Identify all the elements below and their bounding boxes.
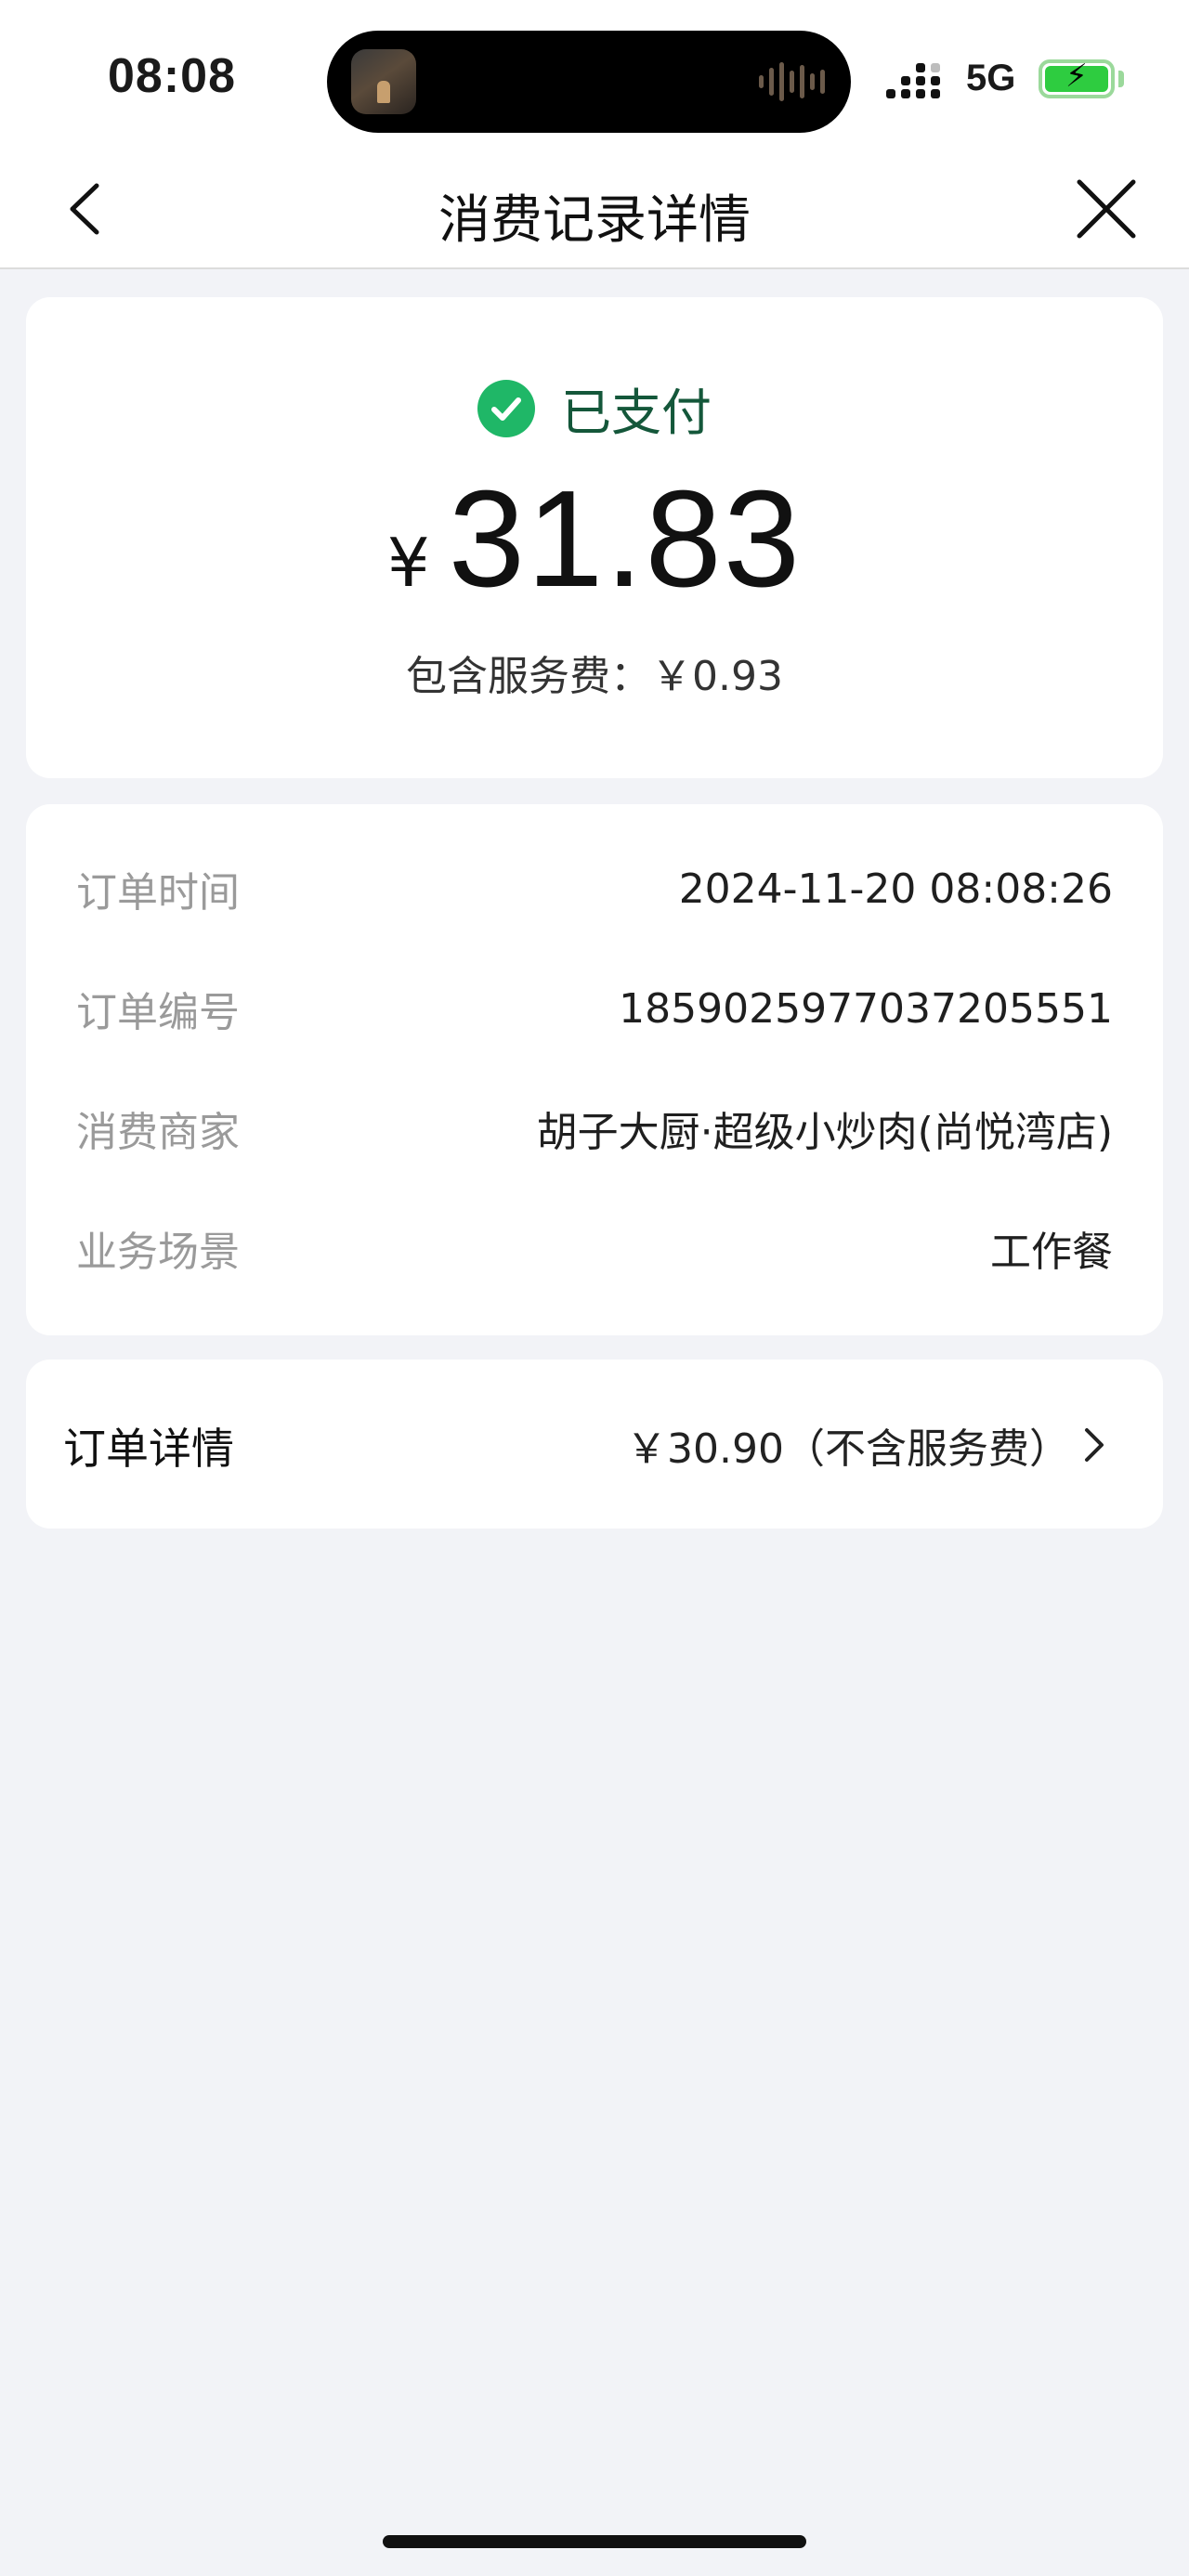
close-icon[interactable] (1072, 175, 1141, 243)
amount-value: 31.83 (448, 462, 803, 616)
battery-charging-icon: ⚡ (1039, 59, 1115, 98)
info-row-order-number: 订单编号 1859025977037205551 (76, 976, 1113, 1041)
check-circle-icon (477, 379, 535, 437)
navigation-bar: 消费记录详情 (0, 149, 1189, 269)
info-value: 2024-11-20 08:08:26 (678, 865, 1113, 913)
page-title: 消费记录详情 (438, 190, 751, 251)
payment-status-label: 已支付 (561, 384, 712, 442)
payment-summary-card: 已支付 ¥ 31.83 包含服务费：￥0.93 (26, 297, 1163, 778)
service-fee-text: 包含服务费：￥0.93 (406, 653, 783, 700)
cellular-signal-icon (886, 61, 940, 98)
payment-amount: ¥ 31.83 (26, 461, 1163, 618)
order-detail-row[interactable]: 订单详情 ￥30.90（不含服务费） (26, 1360, 1163, 1529)
info-row-merchant: 消费商家 胡子大厨·超级小炒肉(尚悦湾店) (76, 1096, 1113, 1161)
battery-tip (1118, 71, 1124, 87)
info-value: 胡子大厨·超级小炒肉(尚悦湾店) (536, 1109, 1113, 1156)
order-detail-label: 订单详情 (63, 1424, 234, 1474)
info-row-order-time: 订单时间 2024-11-20 08:08:26 (76, 856, 1113, 921)
info-value: 1859025977037205551 (619, 984, 1113, 1033)
payment-status: 已支付 (26, 371, 1163, 445)
info-value: 工作餐 (990, 1229, 1113, 1276)
info-label: 消费商家 (76, 1109, 240, 1156)
status-time: 08:08 (108, 49, 236, 103)
chevron-right-icon (1085, 1428, 1104, 1462)
info-row-business-scene: 业务场景 工作餐 (76, 1216, 1113, 1281)
home-indicator[interactable] (383, 2535, 806, 2548)
network-type: 5G (966, 58, 1016, 98)
info-label: 订单编号 (76, 989, 240, 1036)
info-label: 业务场景 (76, 1229, 240, 1276)
status-bar: 08:08 5G ⚡ (0, 0, 1189, 158)
order-detail-amount: ￥30.90（不含服务费） (626, 1425, 1070, 1473)
order-info-card: 订单时间 2024-11-20 08:08:26 订单编号 1859025977… (26, 804, 1163, 1335)
currency-symbol: ¥ (386, 524, 430, 602)
audio-waveform-icon (759, 62, 825, 101)
dynamic-island[interactable] (327, 31, 851, 133)
now-playing-artwork[interactable] (351, 49, 416, 114)
info-label: 订单时间 (76, 869, 240, 917)
